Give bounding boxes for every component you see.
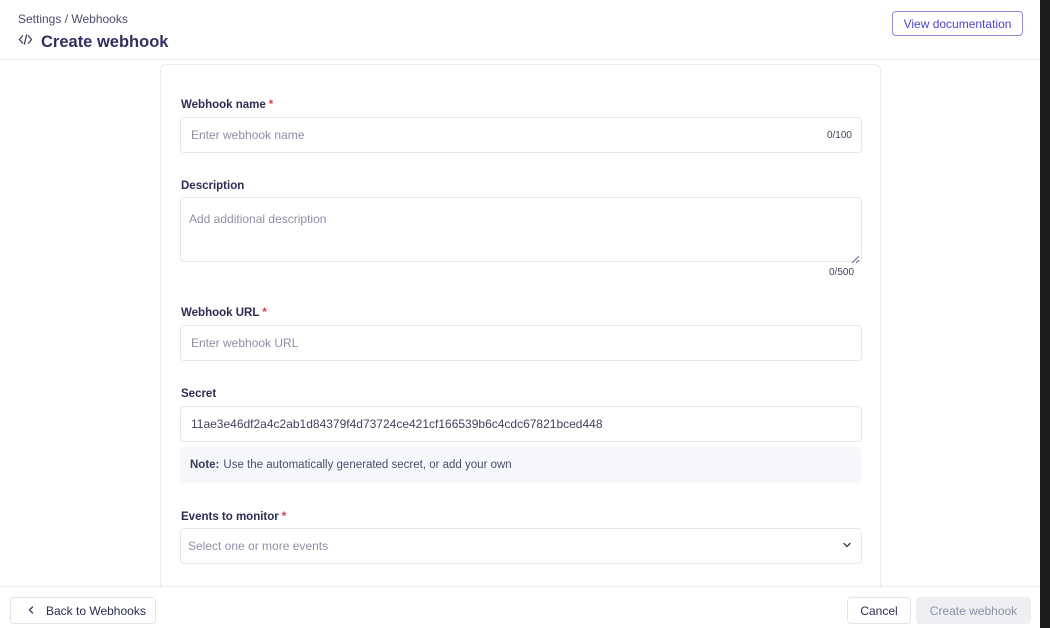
required-mark: * bbox=[268, 99, 274, 111]
required-mark: * bbox=[262, 307, 267, 319]
secret-note: Note: Use the automatically generated se… bbox=[180, 447, 861, 483]
events-label: Events to monitor * bbox=[181, 511, 286, 523]
webhook-name-counter: 0/100 bbox=[826, 130, 852, 141]
view-documentation-button[interactable]: View documentation bbox=[892, 11, 1023, 36]
chevron-down-icon bbox=[841, 539, 853, 554]
create-webhook-button[interactable]: Create webhook bbox=[916, 597, 1031, 624]
code-icon bbox=[18, 32, 33, 52]
description-field bbox=[180, 197, 862, 264]
title-row: Create webhook bbox=[18, 32, 168, 52]
chevron-left-icon bbox=[26, 604, 36, 618]
secret-field bbox=[180, 406, 862, 442]
page-title: Create webhook bbox=[41, 32, 169, 51]
required-mark: * bbox=[281, 511, 287, 523]
description-counter: 0/500 bbox=[829, 267, 855, 278]
back-button-label: Back to Webhooks bbox=[46, 603, 146, 618]
events-label-text: Events to monitor bbox=[181, 511, 279, 523]
webhook-url-field bbox=[180, 325, 862, 361]
window-edge bbox=[1040, 0, 1050, 628]
back-to-webhooks-button[interactable]: Back to Webhooks bbox=[10, 597, 156, 624]
note-prefix: Note: bbox=[190, 459, 220, 471]
webhook-name-label: Webhook name * bbox=[181, 99, 273, 111]
webhook-url-input[interactable] bbox=[181, 326, 861, 360]
resize-handle-icon[interactable] bbox=[851, 251, 860, 264]
webhook-url-label-text: Webhook URL bbox=[181, 307, 260, 319]
webhook-name-input[interactable] bbox=[181, 118, 861, 152]
description-label: Description bbox=[181, 180, 245, 192]
create-webhook-page: Settings / Webhooks Create webhook View … bbox=[0, 0, 1040, 628]
page-header: Settings / Webhooks Create webhook View … bbox=[0, 0, 1040, 60]
events-select[interactable]: Select one or more events bbox=[180, 528, 862, 564]
webhook-form-card: Webhook name* 0/100 Description 0/500 We… bbox=[160, 64, 881, 604]
events-select-placeholder: Select one or more events bbox=[188, 539, 329, 553]
webhook-name-label-text: Webhook name bbox=[181, 99, 266, 111]
secret-input[interactable] bbox=[181, 407, 861, 441]
webhook-name-field: 0/100 bbox=[180, 117, 862, 153]
page-footer: Back to Webhooks Cancel Create webhook bbox=[0, 586, 1040, 628]
description-textarea[interactable] bbox=[181, 198, 861, 261]
secret-label: Secret bbox=[181, 388, 217, 400]
breadcrumb[interactable]: Settings / Webhooks bbox=[18, 12, 128, 26]
webhook-url-label: Webhook URL * bbox=[181, 307, 267, 319]
cancel-button[interactable]: Cancel bbox=[847, 597, 911, 624]
note-text: Use the automatically generated secret, … bbox=[223, 459, 512, 471]
